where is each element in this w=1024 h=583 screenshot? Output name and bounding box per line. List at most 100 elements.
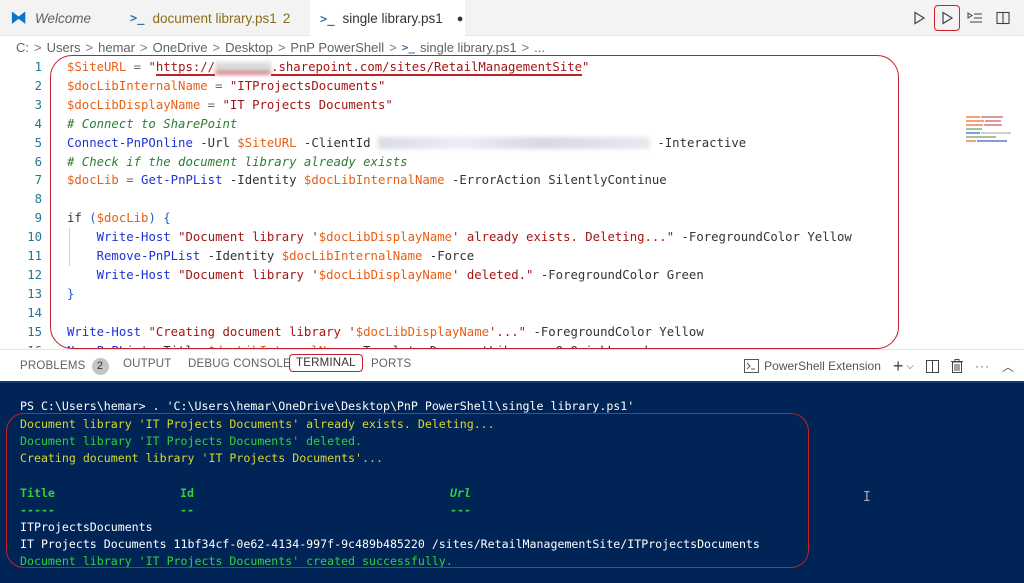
code-token: -Force	[422, 249, 475, 263]
code-line[interactable]: 12 Write-Host "Document library '$docLib…	[0, 266, 960, 285]
breadcrumb-item[interactable]: hemar	[98, 40, 135, 55]
breadcrumb-item[interactable]: PnP PowerShell	[290, 40, 384, 55]
code-token: -Title	[148, 344, 207, 349]
code-token: =	[118, 173, 142, 188]
line-number: 10	[27, 230, 42, 245]
code-line[interactable]: 8	[0, 190, 960, 209]
code-line[interactable]: 4 # Connect to SharePoint	[0, 115, 960, 134]
chevron-right-icon: >	[521, 39, 530, 55]
line-number: 7	[34, 173, 42, 188]
tab-terminal[interactable]: TERMINAL	[289, 354, 363, 372]
code-token: Write-Host	[96, 267, 171, 282]
code-token: $docLibDisplayName	[67, 97, 201, 112]
code-line[interactable]: 6 # Check if the document library already…	[0, 153, 960, 172]
more-actions-icon[interactable]: ···	[975, 359, 990, 373]
line-number: 9	[34, 211, 42, 226]
split-editor-button[interactable]	[990, 5, 1016, 31]
line-text: # Connect to SharePoint	[67, 115, 237, 134]
tab-welcome[interactable]: ⧓ Welcome	[0, 0, 120, 36]
code-line[interactable]: 13}	[0, 285, 960, 304]
code-token: {	[163, 211, 171, 226]
breadcrumb: C: > Users > hemar > OneDrive > Desktop > PnP…	[16, 38, 545, 56]
run-lines-button[interactable]	[962, 5, 988, 31]
chevron-right-icon: >	[277, 39, 286, 55]
line-text: Write-Host "Document library '$docLibDis…	[67, 266, 704, 285]
tab-problems[interactable]: PROBLEMS 2	[20, 358, 109, 375]
code-token: "	[582, 60, 590, 74]
tab-label: single library.ps1	[342, 11, 443, 26]
code-editor[interactable]: 1 $SiteURL = "https://.sharepoint.com/sit…	[0, 57, 1024, 348]
code-token: -Url	[192, 135, 238, 150]
table-row: IT Projects Documents 11bf34cf-0e62-4134…	[20, 537, 760, 551]
maximize-panel-icon[interactable]: ︿	[1002, 358, 1014, 375]
split-icon	[925, 359, 939, 373]
chevron-down-icon[interactable]: ⌵	[906, 361, 914, 372]
breadcrumb-item[interactable]: Users	[47, 40, 81, 55]
terminal-line: Document library 'IT Projects Documents'…	[20, 417, 495, 431]
code-token: $SiteURL	[237, 135, 297, 150]
kill-terminal-button[interactable]	[950, 359, 963, 373]
code-line[interactable]: 3 $docLibDisplayName = "IT Projects Docum…	[0, 96, 960, 115]
breadcrumb-item[interactable]: single library.ps1	[420, 40, 517, 55]
code-line[interactable]: 7 $docLib = Get-PnPList -Identity $docLib…	[0, 171, 960, 190]
editor-tab-bar: ⧓ Welcome >_ document library.ps1 2 >_ s…	[0, 0, 1024, 37]
code-token: -Identity	[200, 249, 282, 263]
code-line[interactable]: 16 New-PnPList -Title $docLibInternalName…	[0, 342, 960, 349]
code-token: =	[207, 78, 230, 93]
code-token: $docLibDisplayName	[318, 230, 453, 245]
code-token: $docLibDisplayName	[318, 267, 453, 282]
problems-count-badge: 2	[91, 358, 109, 375]
terminal-output[interactable]: PS C:\Users\hemar> . 'C:\Users\hemar\One…	[0, 381, 1024, 583]
code-line[interactable]: 10 Write-Host "Document library '$docLib…	[0, 228, 960, 247]
chevron-right-icon: >	[34, 39, 42, 55]
code-token: -ForegroundColor Yellow	[674, 230, 852, 245]
code-token: '..."	[489, 324, 527, 339]
tab-ports[interactable]: PORTS	[371, 358, 411, 370]
code-token: https://	[155, 60, 216, 76]
code-line[interactable]: 5 Connect-PnPOnline -Url $SiteURL -Client…	[0, 134, 960, 153]
run-selection-button[interactable]	[934, 5, 960, 31]
code-token: -Template DocumentLibrary -OnQuickLaunch	[348, 344, 652, 349]
code-token: $docLibInternalName	[303, 173, 445, 188]
tab-document-library[interactable]: >_ document library.ps1 2	[120, 0, 310, 36]
terminal-actions: PowerShell Extension + ⌵ ··· ︿	[732, 354, 1014, 378]
run-button[interactable]	[906, 5, 932, 31]
redacted-tenant	[215, 61, 272, 74]
powershell-icon: >_	[130, 11, 145, 25]
breadcrumb-item[interactable]: C:	[16, 40, 29, 55]
code-line[interactable]: 9 if ($docLib) {	[0, 209, 960, 228]
tab-debug-console[interactable]: DEBUG CONSOLE	[188, 358, 291, 370]
tab-single-library[interactable]: >_ single library.ps1 ●	[310, 0, 465, 37]
code-token: -ErrorAction SilentlyContinue	[444, 173, 667, 188]
breadcrumb-item[interactable]: Desktop	[225, 40, 273, 55]
unsaved-dot-icon[interactable]: ●	[457, 13, 464, 25]
split-terminal-button[interactable]	[925, 359, 939, 373]
code-line[interactable]: 1 $SiteURL = "https://.sharepoint.com/sit…	[0, 58, 960, 77]
code-line[interactable]: 2 $docLibInternalName = "ITProjectsDocume…	[0, 77, 960, 96]
code-token: )	[148, 211, 156, 226]
line-text: if ($docLib) {	[67, 209, 171, 228]
line-number: 13	[27, 286, 42, 301]
terminal-selector[interactable]: PowerShell Extension	[744, 359, 881, 373]
code-token: -ForegroundColor Green	[533, 267, 704, 282]
table-underline: -----	[20, 503, 55, 517]
new-terminal-button[interactable]: +	[893, 356, 904, 377]
code-line[interactable]: 15 Write-Host "Creating document library …	[0, 323, 960, 342]
breadcrumb-item[interactable]: OneDrive	[153, 40, 208, 55]
code-token: "ITProjectsDocuments"	[229, 78, 386, 93]
powershell-icon: >_	[401, 40, 415, 54]
chevron-right-icon: >	[140, 39, 148, 55]
line-number: 6	[34, 154, 42, 169]
code-line[interactable]: 14	[0, 304, 960, 323]
line-number: 12	[27, 267, 42, 282]
line-number: 11	[27, 249, 42, 263]
tab-output[interactable]: OUTPUT	[123, 358, 171, 370]
table-underline: ---	[450, 503, 471, 517]
code-line[interactable]: 11 Remove-PnPList -Identity $docLibInter…	[0, 247, 960, 266]
line-text: }	[67, 285, 74, 304]
breadcrumb-item[interactable]: ...	[534, 40, 545, 55]
line-number: 16	[0, 342, 42, 349]
minimap[interactable]	[966, 115, 1016, 143]
